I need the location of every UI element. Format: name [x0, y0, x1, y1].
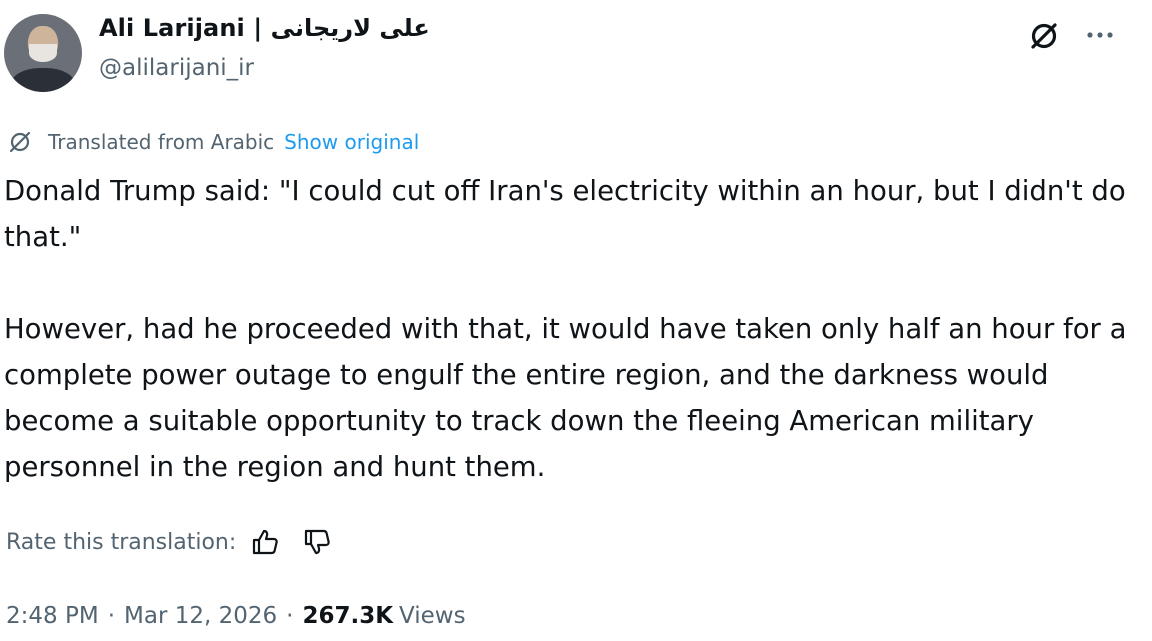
- rate-translation: Rate this translation:: [6, 522, 354, 562]
- tweet-meta: 2:48 PM · Mar 12, 2026 · 267.3K Views: [6, 596, 466, 636]
- translated-from-label: Translated from Arabic: [48, 130, 275, 154]
- grok-icon[interactable]: [1026, 18, 1062, 54]
- display-name[interactable]: Ali Larijani | علی لاریجانی: [99, 14, 430, 42]
- tweet-text: Donald Trump said: "I could cut off Iran…: [4, 168, 1144, 490]
- tweet-paragraph: However, had he proceeded with that, it …: [4, 313, 1127, 483]
- rate-translation-label: Rate this translation:: [6, 529, 237, 555]
- grok-icon: [9, 131, 31, 153]
- thumbs-up-icon[interactable]: [250, 527, 280, 557]
- separator-dot: ·: [286, 603, 294, 629]
- translation-notice: Translated from Arabic Show original: [6, 127, 419, 157]
- separator-dot: ·: [107, 603, 115, 629]
- tweet-time[interactable]: 2:48 PM: [6, 603, 99, 629]
- avatar[interactable]: [4, 14, 82, 92]
- views-label: Views: [399, 603, 466, 629]
- show-original-link[interactable]: Show original: [284, 130, 419, 154]
- tweet-paragraph: Donald Trump said: "I could cut off Iran…: [4, 175, 1126, 253]
- thumbs-down-icon[interactable]: [302, 527, 332, 557]
- views-count[interactable]: 267.3K: [302, 603, 393, 629]
- handle[interactable]: @alilarijani_ir: [99, 55, 254, 81]
- more-horizontal-icon[interactable]: [1080, 20, 1120, 50]
- tweet-date[interactable]: Mar 12, 2026: [124, 603, 277, 629]
